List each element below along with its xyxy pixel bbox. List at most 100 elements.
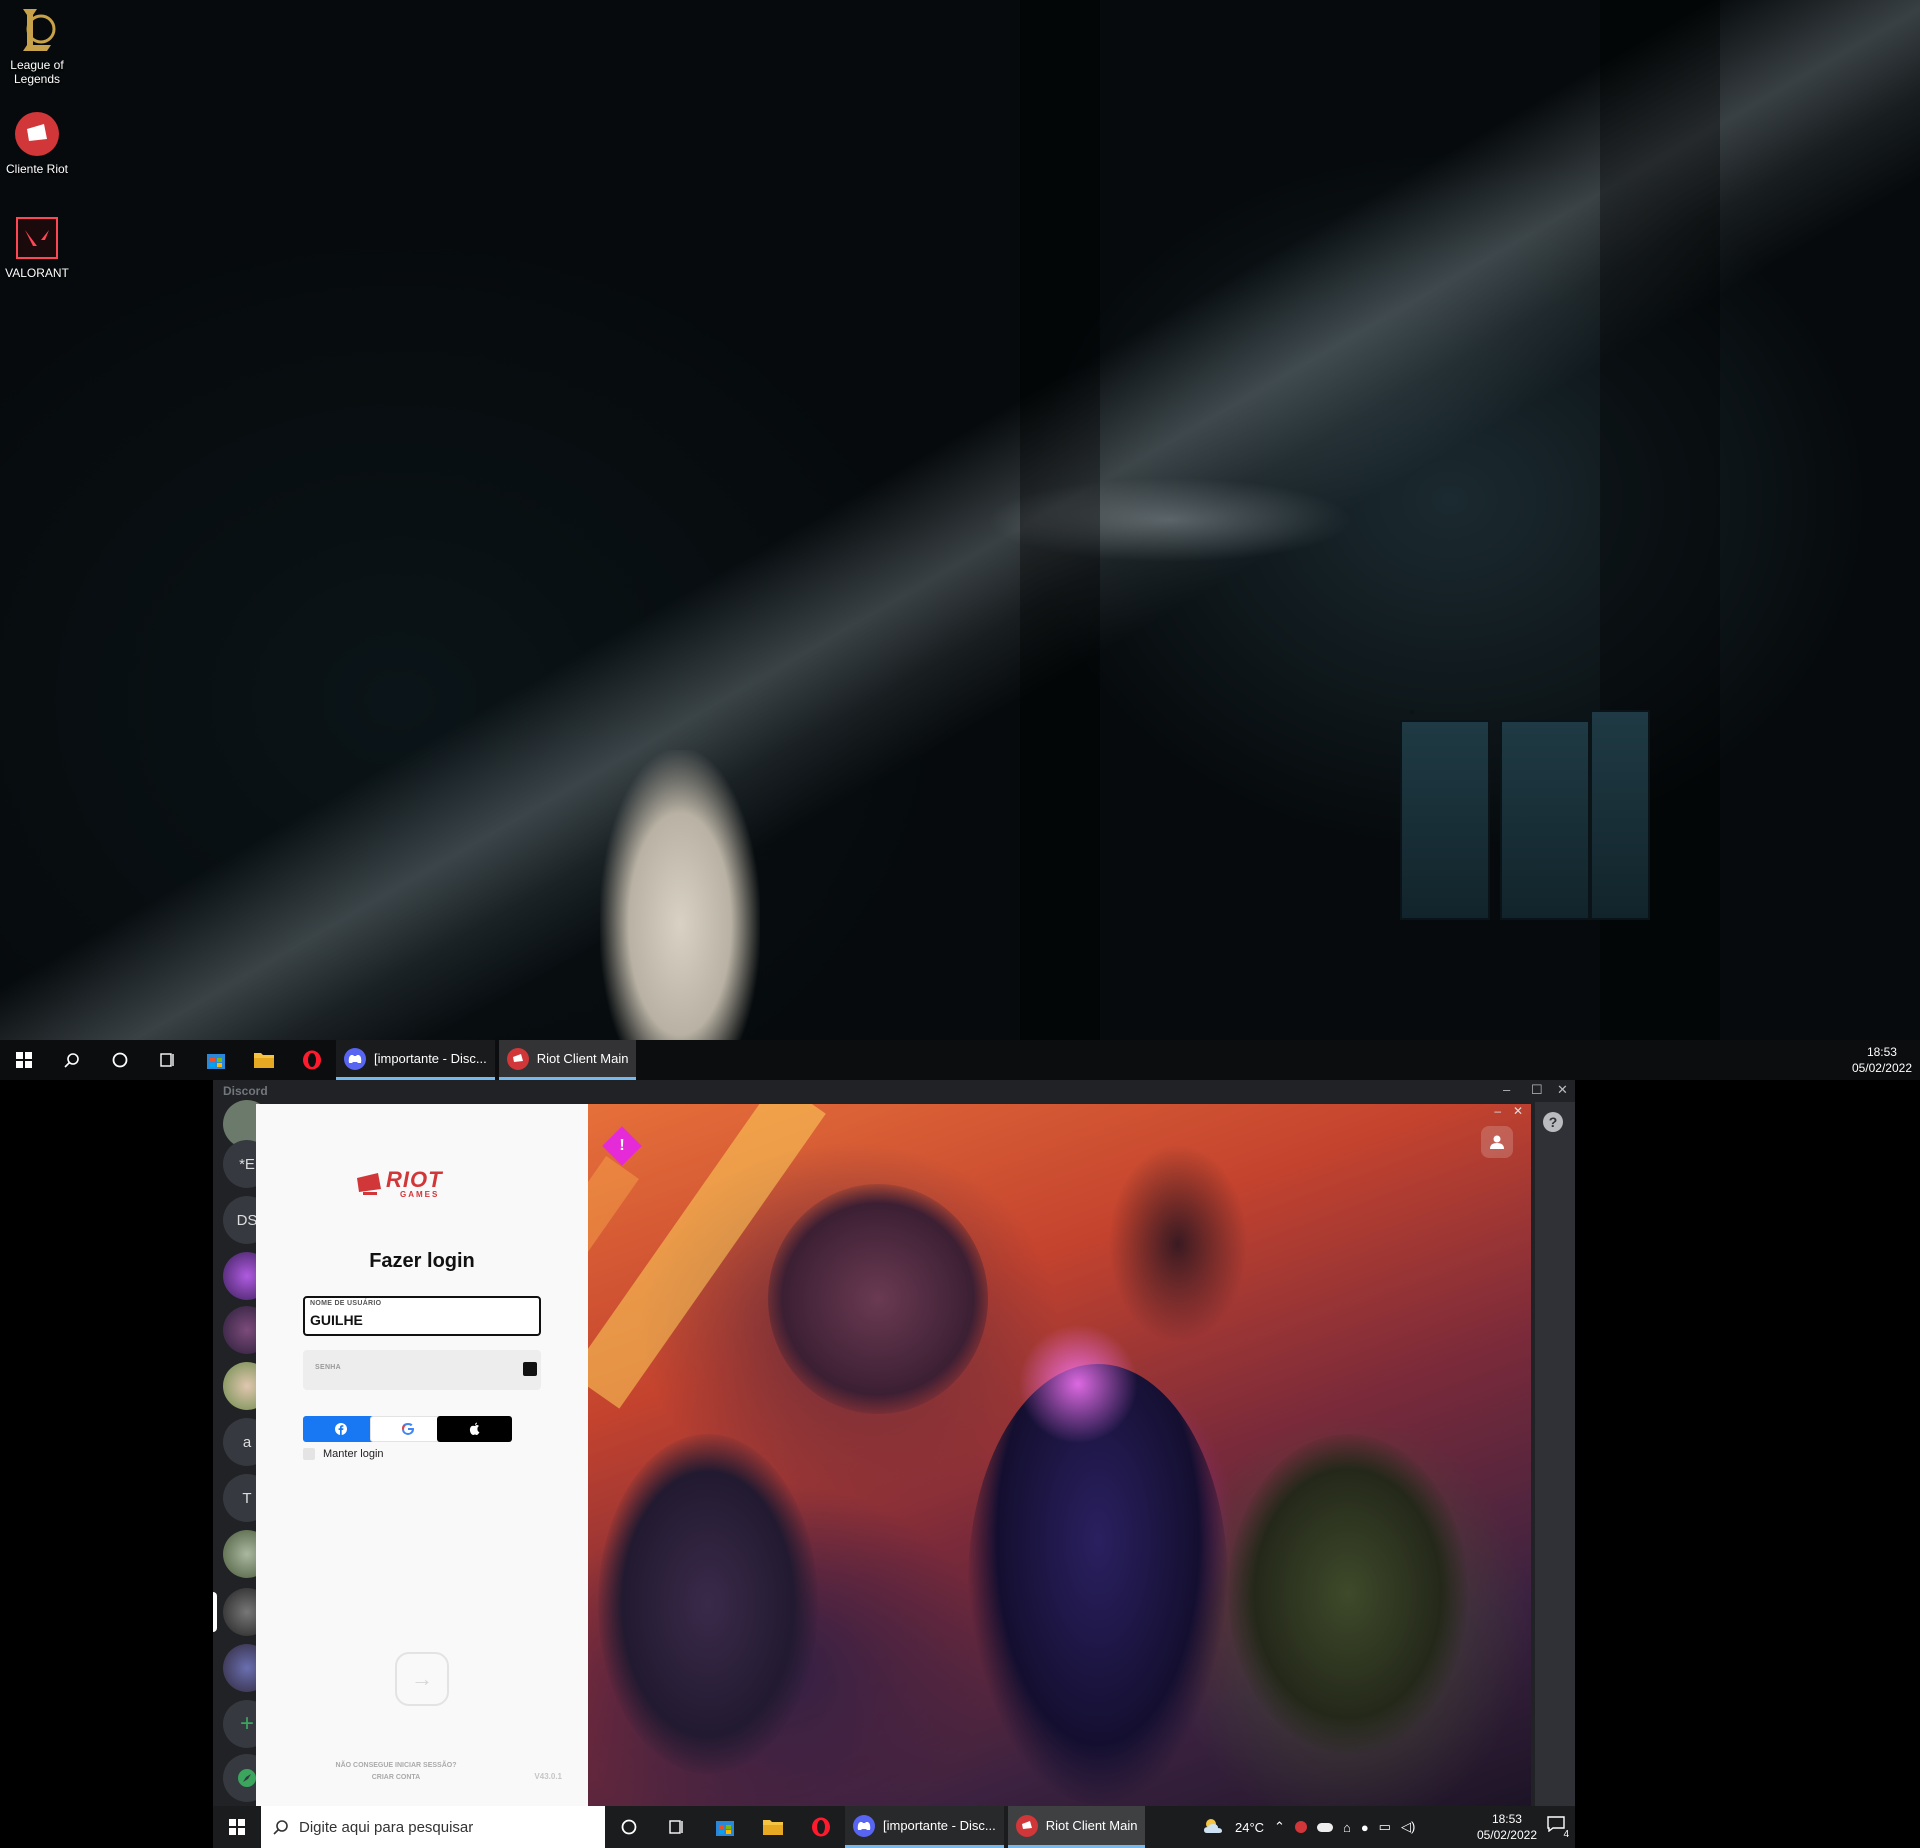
taskbar-app-riot-client[interactable]: Riot Client Main — [498, 1040, 637, 1080]
search-box[interactable]: Digite aqui para pesquisar — [261, 1806, 605, 1848]
league-of-legends-icon — [13, 6, 61, 54]
help-icon[interactable]: ? — [1543, 1112, 1563, 1132]
device-icon[interactable]: ⌂ — [1343, 1820, 1351, 1835]
taskbar-clock[interactable]: 18:53 05/02/2022 — [1852, 1044, 1912, 1076]
cloud-icon[interactable] — [1316, 1822, 1333, 1832]
riot-client-icon — [506, 1047, 529, 1070]
taskbar-app-label: [importante - Disc... — [883, 1818, 996, 1833]
taskbar-app-label: Riot Client Main — [536, 1051, 629, 1066]
weather-icon[interactable] — [1203, 1818, 1225, 1837]
alert-badge[interactable]: ! — [602, 1126, 642, 1166]
microphone-icon[interactable]: ● — [1361, 1820, 1369, 1835]
store-button[interactable] — [701, 1806, 749, 1848]
discord-close-icon[interactable]: ✕ — [1557, 1082, 1568, 1098]
search-button[interactable] — [48, 1040, 96, 1080]
clock-time: 18:53 — [1866, 1045, 1897, 1059]
cant-sign-in-link[interactable]: NÃO CONSEGUE INICIAR SESSÃO? — [316, 1760, 476, 1772]
task-view-button[interactable] — [144, 1040, 192, 1080]
opera-icon — [303, 1050, 321, 1070]
desktop-icon-valorant[interactable]: VALORANT — [4, 214, 70, 280]
clock-time: 18:53 — [1491, 1812, 1522, 1826]
volume-icon[interactable]: ◁) — [1401, 1819, 1415, 1835]
opera-icon — [812, 1817, 830, 1837]
cortana-button[interactable] — [605, 1806, 653, 1848]
username-field[interactable]: NOME DE USUÁRIO GUILHE — [303, 1296, 541, 1336]
riot-games-logo: RIOT GAMES — [356, 1164, 488, 1204]
task-view-icon — [669, 1820, 683, 1834]
alert-icon: ! — [619, 1137, 625, 1154]
opera-button[interactable] — [797, 1806, 845, 1848]
login-title: Fazer login — [369, 1250, 475, 1272]
art-champion-left — [598, 1434, 818, 1774]
taskbar-app-discord[interactable]: [importante - Disc... — [845, 1806, 1004, 1848]
discord-minimize-button[interactable]: – — [1503, 1082, 1510, 1097]
riot-close-icon[interactable]: ✕ — [1513, 1104, 1523, 1118]
remember-login[interactable]: Manter login — [303, 1448, 384, 1460]
taskbar-app-discord[interactable]: [importante - Disc... — [336, 1040, 495, 1080]
valorant-icon — [13, 214, 61, 262]
sign-in-button[interactable]: → — [395, 1652, 449, 1706]
riot-fist-icon — [357, 1173, 381, 1195]
taskbar-app-label: Riot Client Main — [1045, 1818, 1138, 1833]
selected-server-indicator — [213, 1592, 217, 1632]
help-links: NÃO CONSEGUE INICIAR SESSÃO? CRIAR CONTA — [316, 1760, 476, 1784]
remember-checkbox[interactable] — [303, 1448, 315, 1460]
password-field[interactable]: SENHA — [303, 1350, 541, 1390]
wallpaper-door — [1500, 720, 1590, 920]
search-icon — [273, 1820, 288, 1835]
discord-maximize-button[interactable]: ☐ — [1531, 1082, 1543, 1098]
taskbar-app-riot-client[interactable]: Riot Client Main — [1007, 1806, 1146, 1848]
task-view-icon — [160, 1053, 174, 1067]
user-icon — [1490, 1135, 1504, 1149]
facebook-login-button[interactable] — [303, 1416, 378, 1442]
google-login-button[interactable] — [370, 1416, 445, 1442]
desktop-icon-label: VALORANT — [5, 266, 69, 280]
facebook-icon — [334, 1423, 347, 1435]
taskbar-bottom: Digite aqui para pesquisar [importante -… — [213, 1806, 1575, 1848]
store-button[interactable] — [192, 1040, 240, 1080]
system-tray: 24°C ⌃ ⌂ ● ▭ ◁) — [1203, 1806, 1415, 1848]
store-icon — [207, 1054, 225, 1069]
network-icon[interactable]: ▭ — [1379, 1819, 1391, 1835]
notification-center-button[interactable]: 4 — [1547, 1816, 1571, 1840]
taskbar-app-label: [importante - Disc... — [374, 1051, 487, 1066]
remember-label: Manter login — [323, 1448, 384, 1460]
login-panel: RIOT GAMES Fazer login NOME DE USUÁRIO G… — [256, 1104, 588, 1806]
riot-logo-word: RIOT — [386, 1167, 443, 1192]
discord-icon — [344, 1047, 366, 1070]
clock-date: 05/02/2022 — [1476, 1828, 1537, 1842]
riot-minimize-button[interactable]: – — [1494, 1104, 1501, 1118]
file-explorer-button[interactable] — [240, 1040, 288, 1080]
start-button[interactable] — [213, 1806, 261, 1848]
taskbar-clock[interactable]: 18:53 05/02/2022 — [1477, 1811, 1537, 1843]
riot-tray-icon[interactable] — [1294, 1821, 1307, 1833]
opera-button[interactable] — [288, 1040, 336, 1080]
apple-login-button[interactable] — [437, 1416, 512, 1442]
windows-icon — [16, 1052, 32, 1068]
task-view-button[interactable] — [653, 1806, 701, 1848]
cortana-icon — [112, 1052, 128, 1068]
art-champion-top — [1108, 1144, 1248, 1344]
profile-button[interactable] — [1481, 1126, 1513, 1158]
folder-icon — [763, 1820, 783, 1835]
desktop-icon-league[interactable]: League of Legends — [4, 6, 70, 86]
riot-client-icon — [1015, 1814, 1038, 1837]
file-explorer-button[interactable] — [749, 1806, 797, 1848]
server-label: a — [242, 1433, 252, 1451]
start-button[interactable] — [0, 1040, 48, 1080]
chevron-up-icon[interactable]: ⌃ — [1274, 1819, 1285, 1835]
clock-date: 05/02/2022 — [1851, 1061, 1912, 1075]
desktop-icon-label: Legends — [13, 72, 61, 86]
create-account-link[interactable]: CRIAR CONTA — [316, 1772, 476, 1784]
search-icon — [64, 1053, 79, 1068]
taskbar-top: [importante - Disc... Riot Client Main 1… — [0, 1040, 1920, 1080]
show-password-icon[interactable] — [523, 1362, 537, 1376]
cortana-button[interactable] — [96, 1040, 144, 1080]
desktop-icon-riot-client[interactable]: Cliente Riot — [4, 110, 70, 176]
desktop-wallpaper: League of Legends Cliente Riot VALORANT — [0, 0, 1920, 1040]
cortana-icon — [621, 1819, 637, 1835]
riot-client-icon — [13, 110, 61, 158]
apple-icon — [469, 1422, 479, 1435]
weather-temperature[interactable]: 24°C — [1235, 1820, 1264, 1835]
riot-client-window: RIOT GAMES Fazer login NOME DE USUÁRIO G… — [256, 1104, 1531, 1806]
